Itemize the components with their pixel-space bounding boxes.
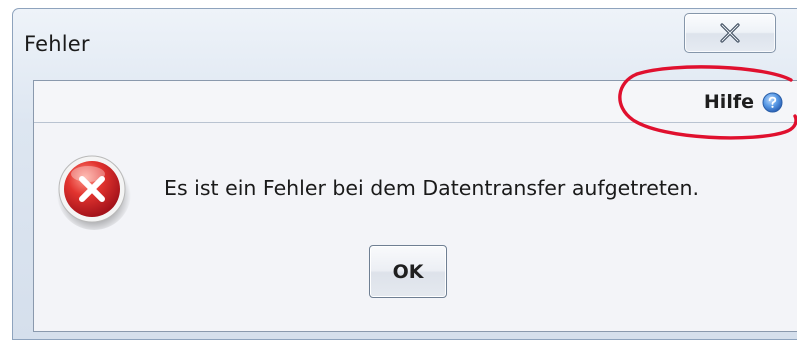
help-question-icon	[762, 92, 783, 112]
dialog-title: Fehler	[24, 32, 90, 56]
help-bar: Hilfe	[34, 81, 797, 123]
error-icon	[57, 155, 131, 230]
help-link[interactable]: Hilfe	[704, 89, 783, 115]
help-label: Hilfe	[703, 91, 754, 113]
ok-button[interactable]: OK	[369, 245, 447, 298]
error-message: Es ist ein Fehler bei dem Datentransfer …	[164, 176, 700, 200]
close-icon	[720, 23, 740, 43]
close-button[interactable]	[684, 13, 776, 53]
